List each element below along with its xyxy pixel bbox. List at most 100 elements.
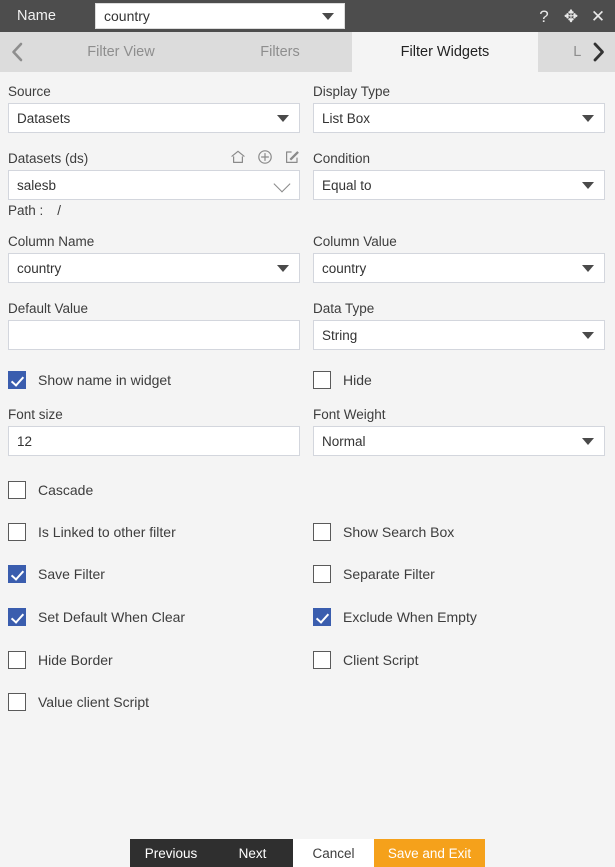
field-datasets: Datasets (ds) salesb Path: / [8, 149, 300, 218]
tab-filter-view[interactable]: Filter View [34, 32, 208, 72]
display-type-select[interactable]: List Box [313, 103, 605, 133]
field-condition: Condition Equal to [313, 151, 605, 200]
datasets-select[interactable]: salesb [8, 170, 300, 200]
checkbox-box[interactable] [8, 481, 26, 499]
home-icon[interactable] [230, 149, 246, 165]
checkbox-box[interactable] [313, 608, 331, 626]
dialog-titlebar: Name country ? ✥ ✕ [0, 0, 615, 32]
checkbox-label: Show Search Box [343, 524, 455, 540]
source-label: Source [8, 84, 51, 99]
checkbox-value-client-script[interactable]: Value client Script [8, 693, 149, 711]
field-data-type: Data Type String [313, 301, 605, 350]
chevron-down-icon [277, 265, 289, 272]
checkbox-box[interactable] [8, 651, 26, 669]
save-and-exit-button[interactable]: Save and Exit [374, 839, 485, 867]
checkbox-box[interactable] [8, 523, 26, 541]
checkbox-label: Exclude When Empty [343, 609, 477, 625]
tabs-prev-arrow-icon[interactable] [0, 32, 34, 72]
help-icon[interactable]: ? [535, 7, 553, 25]
edit-icon[interactable] [284, 149, 300, 165]
move-icon[interactable]: ✥ [562, 7, 580, 25]
font-size-value: 12 [17, 433, 33, 449]
checkbox-box[interactable] [313, 523, 331, 541]
field-default-value: Default Value [8, 301, 300, 350]
tabs-next-arrow-icon[interactable] [581, 32, 615, 72]
column-name-value: country [17, 260, 62, 276]
font-weight-label: Font Weight [313, 407, 386, 422]
checkbox-is-linked-to-other-filter[interactable]: Is Linked to other filter [8, 523, 176, 541]
font-size-input[interactable]: 12 [8, 426, 300, 456]
previous-button[interactable]: Previous [130, 839, 212, 867]
next-button[interactable]: Next [212, 839, 293, 867]
column-value-select[interactable]: country [313, 253, 605, 283]
name-label: Name [17, 8, 57, 24]
checkbox-box[interactable] [313, 651, 331, 669]
tab-link-filters-and-widgets[interactable]: Link Filters and Widge [538, 32, 581, 72]
datasets-label-row: Datasets (ds) [8, 149, 300, 166]
checkbox-box[interactable] [8, 371, 26, 389]
checkbox-label: Hide Border [38, 652, 113, 668]
checkbox-cascade[interactable]: Cascade [8, 481, 93, 499]
path-label: Path : [8, 203, 44, 218]
field-column-value: Column Value country [313, 234, 605, 283]
name-select[interactable]: country [95, 3, 345, 29]
form-body: Source Datasets Display Type List Box Da… [0, 72, 615, 867]
add-circle-icon[interactable] [257, 149, 273, 165]
checkbox-box[interactable] [8, 565, 26, 583]
checkbox-box[interactable] [313, 371, 331, 389]
source-value: Datasets [17, 110, 71, 126]
column-name-select[interactable]: country [8, 253, 300, 283]
tab-filter-widgets[interactable]: Filter Widgets [352, 32, 538, 72]
chevron-down-icon [322, 13, 334, 20]
font-weight-value: Normal [322, 433, 366, 449]
chevron-down-icon [273, 175, 291, 193]
checkbox-label: Set Default When Clear [38, 609, 186, 625]
checkbox-box[interactable] [8, 608, 26, 626]
checkbox-client-script[interactable]: Client Script [313, 651, 418, 669]
checkbox-exclude-when-empty[interactable]: Exclude When Empty [313, 608, 477, 626]
filter-widgets-dialog: Name country ? ✥ ✕ Filter View Filters F… [0, 0, 615, 867]
checkbox-label: Value client Script [38, 694, 150, 710]
checkbox-hide[interactable]: Hide [313, 371, 372, 389]
close-icon[interactable]: ✕ [589, 7, 607, 25]
path-value: / [57, 203, 62, 218]
tab-bar: Filter View Filters Filter Widgets Link … [0, 32, 615, 72]
font-size-label: Font size [8, 407, 63, 422]
chevron-down-icon [582, 332, 594, 339]
checkbox-save-filter[interactable]: Save Filter [8, 565, 105, 583]
checkbox-show-search-box[interactable]: Show Search Box [313, 523, 454, 541]
column-value-label: Column Value [313, 234, 397, 249]
data-type-label: Data Type [313, 301, 375, 316]
checkbox-box[interactable] [313, 565, 331, 583]
checkbox-box[interactable] [8, 693, 26, 711]
chevron-down-icon [582, 265, 594, 272]
source-select[interactable]: Datasets [8, 103, 300, 133]
tab-filters[interactable]: Filters [208, 32, 352, 72]
checkbox-separate-filter[interactable]: Separate Filter [313, 565, 435, 583]
condition-label: Condition [313, 151, 371, 166]
condition-select[interactable]: Equal to [313, 170, 605, 200]
data-type-value: String [322, 327, 358, 343]
checkbox-hide-border[interactable]: Hide Border [8, 651, 113, 669]
checkbox-label: Separate Filter [343, 566, 435, 582]
display-type-value: List Box [322, 110, 371, 126]
display-type-label: Display Type [313, 84, 391, 99]
default-value-input[interactable] [8, 320, 300, 350]
datasets-value: salesb [17, 177, 57, 193]
font-weight-select[interactable]: Normal [313, 426, 605, 456]
checkbox-label: Cascade [38, 482, 94, 498]
checkbox-show-name-in-widget[interactable]: Show name in widget [8, 371, 171, 389]
chevron-down-icon [582, 438, 594, 445]
checkbox-label: Save Filter [38, 566, 105, 582]
cancel-button[interactable]: Cancel [293, 839, 374, 867]
default-value-label: Default Value [8, 301, 89, 316]
column-name-label: Column Name [8, 234, 95, 249]
datasets-path: Path : / [8, 203, 300, 218]
chevron-down-icon [277, 115, 289, 122]
data-type-select[interactable]: String [313, 320, 605, 350]
checkbox-label: Client Script [343, 652, 419, 668]
checkbox-set-default-when-clear[interactable]: Set Default When Clear [8, 608, 185, 626]
checkbox-label: Show name in widget [38, 372, 172, 388]
dialog-footer: Previous Next Cancel Save and Exit [0, 839, 615, 867]
condition-value: Equal to [322, 177, 372, 193]
